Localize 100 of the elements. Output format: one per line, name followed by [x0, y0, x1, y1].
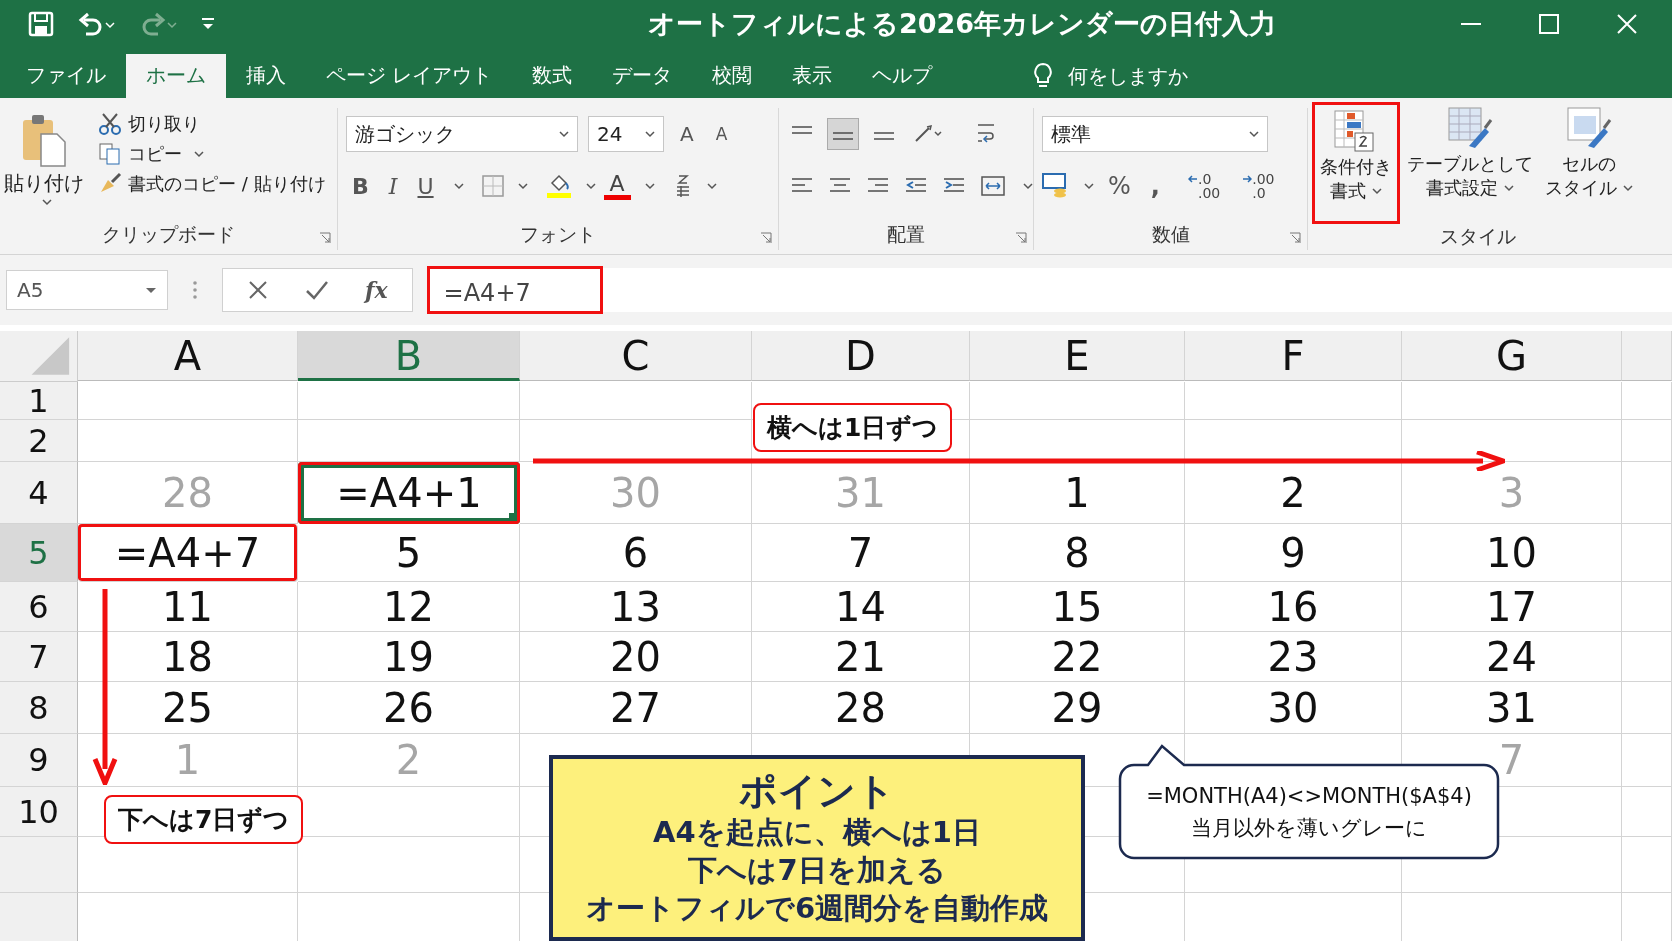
copy-button[interactable]: コピー	[98, 142, 326, 166]
insert-function-button[interactable]: fx	[365, 277, 388, 303]
table-cell: 26	[298, 682, 520, 734]
table-cell: 14	[752, 582, 970, 632]
menu-tab[interactable]: ヘルプ	[852, 54, 953, 98]
drag-handle-icon[interactable]	[192, 280, 198, 300]
column-header[interactable]: B	[298, 331, 520, 381]
dialog-launcher-icon[interactable]	[319, 232, 331, 244]
caret-icon[interactable]	[644, 182, 655, 190]
window-title: オートフィルによる2026年カレンダーの日付入力	[646, 7, 1278, 41]
row-header[interactable]: 7	[0, 632, 78, 682]
cancel-icon[interactable]	[247, 279, 269, 301]
table-cell: 11	[78, 582, 298, 632]
tell-me-field[interactable]: 何をしますか	[1068, 62, 1189, 90]
menu-tab[interactable]: ホーム	[126, 54, 226, 98]
percent-button[interactable]: %	[1102, 172, 1137, 200]
column-header[interactable]: E	[970, 331, 1185, 381]
menu-tab[interactable]: ファイル	[6, 54, 126, 98]
checkmark-icon[interactable]	[305, 279, 329, 301]
undo-icon[interactable]	[76, 11, 116, 37]
arrow-icon	[1187, 175, 1198, 183]
table-cell: 8	[970, 524, 1185, 582]
caret-icon[interactable]	[1084, 182, 1094, 190]
row-header[interactable]: 2	[0, 420, 78, 462]
group-label: 数値	[1151, 222, 1190, 247]
row-header[interactable]: 10	[0, 787, 78, 837]
caret-icon	[1623, 184, 1633, 192]
formula-field[interactable]: =A4+7	[426, 266, 603, 314]
table-cell: 5	[298, 524, 520, 582]
column-header[interactable]: G	[1402, 331, 1622, 381]
table-cell: 28	[752, 682, 970, 734]
row-header[interactable]: 9	[0, 734, 78, 787]
menu-tab[interactable]: 挿入	[226, 54, 306, 98]
row-header[interactable]: 8	[0, 682, 78, 734]
fill-color-icon[interactable]	[545, 173, 572, 199]
dialog-launcher-icon[interactable]	[1289, 232, 1301, 244]
table-cell: 7	[752, 524, 970, 582]
table-cell: 30	[1185, 682, 1402, 734]
table-cell: =A4+7	[78, 524, 298, 582]
caret-icon	[1249, 130, 1259, 138]
row-header[interactable]: 5	[0, 524, 78, 582]
column-header[interactable]: D	[752, 331, 970, 381]
table-cell	[1622, 734, 1672, 787]
style-button[interactable]: 条件付き 書式	[1312, 102, 1400, 224]
column-header[interactable]: A	[78, 331, 298, 381]
comma-button[interactable]: ,	[1144, 172, 1166, 200]
table-cell: 1	[970, 462, 1185, 524]
menu-tab[interactable]: 数式	[512, 54, 593, 98]
save-icon[interactable]	[28, 11, 54, 37]
style-button[interactable]: セルの スタイル	[1540, 102, 1638, 224]
table-cell: 20	[520, 632, 752, 682]
paste-button[interactable]: 貼り付け	[4, 108, 84, 220]
caret-icon	[194, 150, 204, 158]
font-size-field[interactable]: 24	[588, 116, 664, 152]
font-name-field[interactable]: 游ゴシック	[346, 116, 578, 152]
italic-button[interactable]: I	[382, 173, 404, 199]
table-cell: =A4+1	[298, 462, 520, 524]
caret-icon[interactable]	[517, 182, 528, 190]
caret-icon[interactable]	[706, 182, 717, 190]
row-header[interactable]: 4	[0, 462, 78, 524]
format-painter-button[interactable]: 書式のコピー / 貼り付け	[98, 172, 326, 196]
caret-icon	[42, 199, 52, 206]
group-label: クリップボード	[102, 222, 235, 247]
caret-icon[interactable]	[1023, 182, 1033, 190]
column-header[interactable]: C	[520, 331, 752, 381]
font-color-button[interactable]: A	[603, 172, 631, 200]
caret-icon	[145, 286, 157, 294]
caret-icon[interactable]	[585, 182, 596, 190]
decrease-font-size-button[interactable]: A	[709, 124, 734, 144]
caret-icon[interactable]	[453, 182, 464, 190]
table-cell: 31	[752, 462, 970, 524]
number-format-field[interactable]: 標準	[1042, 116, 1268, 152]
callout-text: 下へは7日を加える	[688, 852, 946, 889]
table-cell: 23	[1185, 632, 1402, 682]
table-cell	[1622, 382, 1672, 420]
menu-tab[interactable]: 表示	[772, 54, 853, 98]
callout-label: 横へは1日ずつ	[753, 403, 953, 452]
callout-title: ポイント	[739, 769, 895, 813]
row-header[interactable]: 1	[0, 382, 78, 420]
menu-tab[interactable]: ページ レイアウト	[306, 54, 513, 98]
increase-font-size-button[interactable]: A	[674, 122, 700, 146]
increase-decimal-button[interactable]: .0 .00	[1187, 172, 1221, 200]
cut-button[interactable]: 切り取り	[98, 112, 326, 136]
dialog-launcher-icon[interactable]	[760, 232, 772, 244]
table-cell: 13	[520, 582, 752, 632]
row-header[interactable]: 6	[0, 582, 78, 632]
table-cell: 31	[1402, 682, 1622, 734]
bold-button[interactable]: B	[346, 173, 375, 199]
style-button[interactable]: テーブルとして 書式設定	[1402, 102, 1538, 224]
column-header[interactable]: F	[1185, 331, 1402, 381]
align-middle-icon[interactable]	[827, 118, 859, 150]
dialog-launcher-icon[interactable]	[1015, 232, 1027, 244]
table-cell: 6	[520, 524, 752, 582]
underline-button[interactable]: U	[411, 173, 440, 199]
name-box[interactable]: A5	[6, 270, 168, 310]
decrease-decimal-button[interactable]: .00 .0	[1242, 172, 1275, 200]
table-cell: 22	[970, 632, 1185, 682]
table-cell	[1622, 462, 1672, 524]
menu-tab[interactable]: データ	[592, 54, 693, 98]
menu-tab[interactable]: 校閲	[692, 54, 773, 98]
